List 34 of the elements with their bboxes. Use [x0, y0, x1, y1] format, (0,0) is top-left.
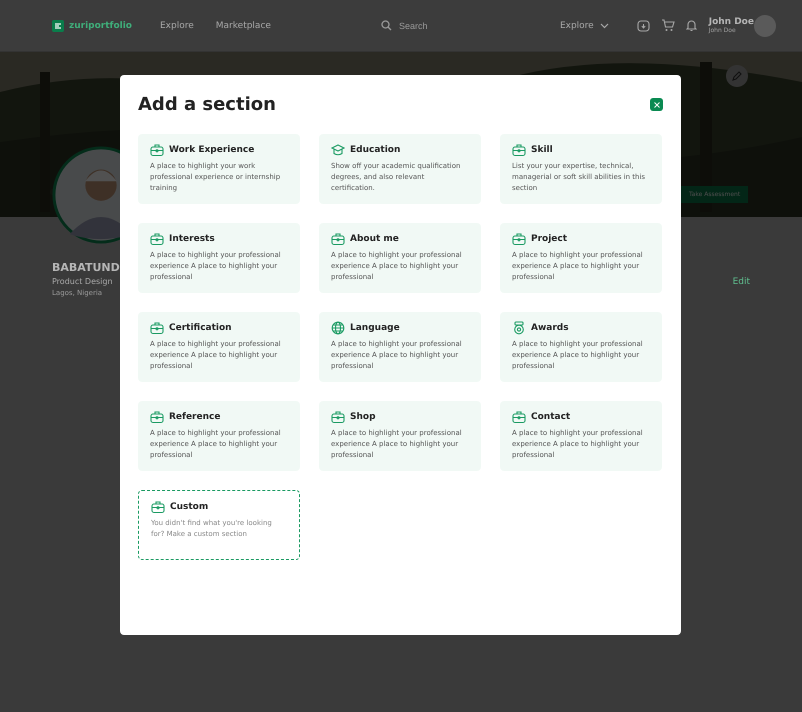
globe-icon	[331, 321, 345, 335]
briefcase-icon	[150, 232, 164, 246]
logo-icon	[52, 20, 64, 32]
briefcase-icon	[150, 321, 164, 335]
briefcase-icon	[512, 232, 526, 246]
explore-dropdown[interactable]: Explore	[560, 20, 609, 30]
chevron-down-icon	[600, 22, 609, 28]
card-title: Interests	[169, 234, 215, 244]
nav-link[interactable]: Marketplace	[216, 20, 271, 30]
briefcase-icon	[331, 232, 345, 246]
nav-link[interactable]: Explore	[160, 20, 194, 30]
card-title: About me	[350, 234, 399, 244]
edit-link[interactable]: Edit	[732, 277, 750, 297]
card-title: Contact	[531, 412, 570, 422]
cart-icon[interactable]	[660, 19, 675, 32]
card-title: Project	[531, 234, 568, 244]
card-title: Reference	[169, 412, 220, 422]
briefcase-icon	[151, 500, 165, 514]
card-title: Custom	[170, 502, 208, 512]
briefcase-icon	[150, 410, 164, 424]
search-icon	[380, 20, 392, 31]
profile-name: BABATUND	[52, 261, 120, 274]
user-name: John Doe	[708, 17, 754, 27]
bell-icon[interactable]	[686, 19, 697, 32]
card-title: Awards	[531, 323, 569, 333]
logo-text[interactable]: zuriportfolio	[69, 20, 132, 30]
medal-icon	[512, 321, 526, 335]
briefcase-icon	[512, 410, 526, 424]
briefcase-icon	[331, 410, 345, 424]
search-field[interactable]: Search	[396, 20, 511, 32]
card-title: Language	[350, 323, 400, 333]
card-title: Certification	[169, 323, 232, 333]
profile-role: Product Design	[52, 277, 114, 286]
card-title: Shop	[350, 412, 376, 422]
